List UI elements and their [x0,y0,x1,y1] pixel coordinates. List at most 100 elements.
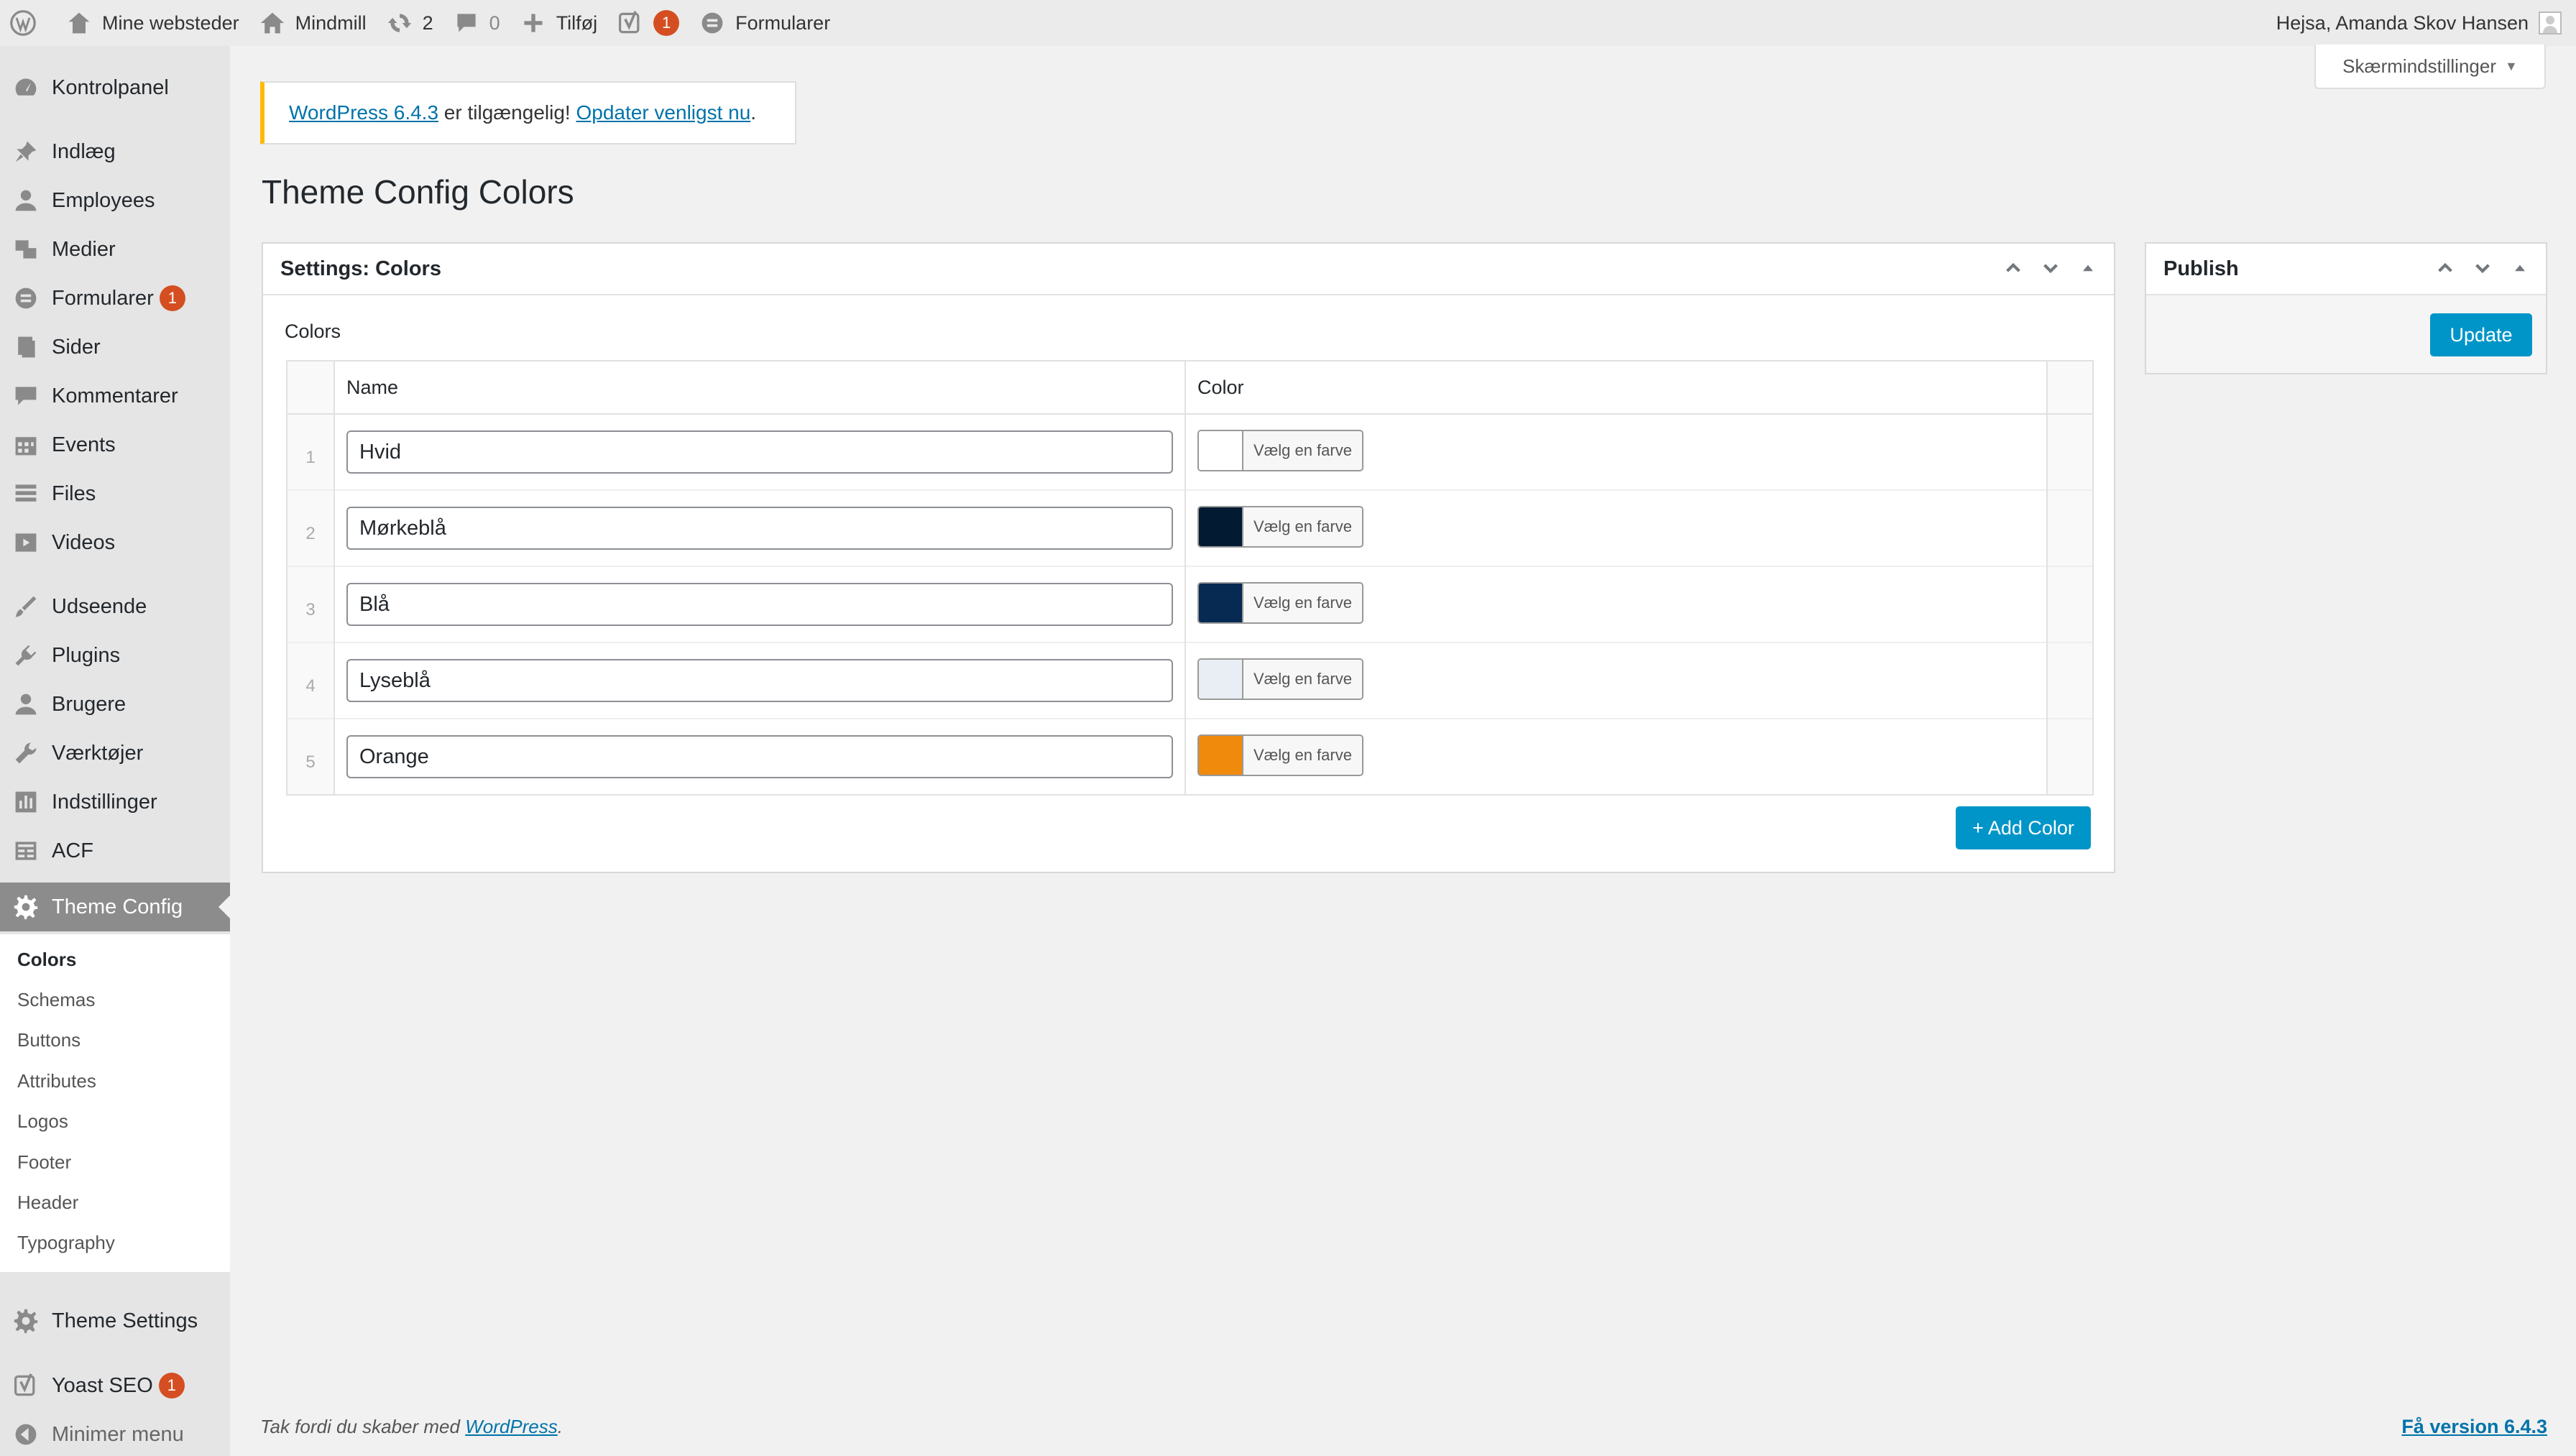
video-icon [0,530,52,556]
update-now-link[interactable]: Opdater venligst nu [576,101,750,124]
menu-item-udseende[interactable]: Udseende [0,582,230,631]
menu-item-yoast-seo[interactable]: Yoast SEO 1 [0,1361,230,1410]
menu-item-brugere[interactable]: Brugere [0,680,230,729]
color-picker-button[interactable]: Vælg en farve [1197,429,1363,471]
menu-label: Sider [52,335,101,359]
toggle-panel-button[interactable] [2508,257,2531,280]
row-order-handle[interactable]: 5 [286,718,335,795]
account-menu[interactable]: Hejsa, Amanda Skov Hansen [2276,11,2576,34]
menu-item-kontrolpanel[interactable]: Kontrolpanel [0,63,230,112]
files-icon [0,481,52,507]
color-picker-button[interactable]: Vælg en farve [1197,505,1363,548]
menu-item-employees[interactable]: Employees [0,176,230,225]
name-column-header: Name [334,360,1186,415]
menu-item-formularer[interactable]: Formularer 1 [0,274,230,323]
color-name-input[interactable]: Lyseblå [346,659,1173,702]
updates-menu[interactable]: 2 [377,0,443,46]
menu-item-videos[interactable]: Videos [0,518,230,567]
color-swatch [1199,735,1243,775]
row-remove-cell[interactable] [2046,413,2094,490]
chevron-up-icon [2438,262,2452,272]
row-remove-cell[interactable] [2046,489,2094,566]
site-name-label: Mindmill [295,11,367,34]
my-sites-label: Mine websteder [102,11,239,34]
move-up-button[interactable] [2002,257,2025,280]
color-swatch [1199,659,1243,699]
collapse-menu-button[interactable]: Minimer menu [0,1410,230,1456]
color-name-input[interactable]: Hvid [346,430,1173,474]
forms-icon [702,12,723,34]
color-name-input[interactable]: Orange [346,735,1173,778]
comment-icon [0,383,52,409]
submenu-item-logos[interactable]: Logos [17,1110,68,1133]
media-icon [0,236,52,262]
update-button[interactable]: Update [2430,313,2532,356]
color-picker-button[interactable]: Vælg en farve [1197,734,1363,776]
wordpress-logo-menu[interactable] [0,0,56,46]
submenu-item-colors[interactable]: Colors [17,949,76,971]
row-order-handle[interactable]: 3 [286,566,335,642]
calendar-icon [0,432,52,458]
forms-menu[interactable]: Formularer [689,0,840,46]
move-down-button[interactable] [2471,257,2494,280]
menu-item-kommentarer[interactable]: Kommentarer [0,372,230,420]
menu-item-sider[interactable]: Sider [0,323,230,372]
color-picker-label: Vælg en farve [1254,669,1352,688]
row-remove-cell[interactable] [2046,566,2094,642]
yoast-icon [619,11,640,34]
menu-item-medier[interactable]: Medier [0,225,230,274]
color-name-input[interactable]: Blå [346,583,1173,626]
menu-item-theme-settings[interactable]: Theme Settings [0,1296,230,1345]
move-down-button[interactable] [2039,257,2062,280]
menu-label: Medier [52,237,116,261]
menu-item-indlaeg[interactable]: Indlæg [0,127,230,176]
row-order-handle[interactable]: 2 [286,489,335,566]
theme-config-submenu: Colors Schemas Buttons Attributes Logos … [0,934,230,1272]
footer-thanks-text: Tak fordi du skaber med [260,1416,466,1437]
menu-label: Indlæg [52,139,116,163]
color-picker-button[interactable]: Vælg en farve [1197,581,1363,624]
menu-item-vaerktojer[interactable]: Værktøjer [0,729,230,778]
submenu-item-footer[interactable]: Footer [17,1151,71,1174]
add-color-button[interactable]: + Add Color [1956,806,2091,849]
move-up-button[interactable] [2434,257,2457,280]
menu-item-files[interactable]: Files [0,469,230,518]
menu-item-acf[interactable]: ACF [0,826,230,875]
settings-box-title: Settings: Colors [280,257,441,280]
pin-icon [0,139,52,165]
footer-wordpress-link[interactable]: WordPress [465,1416,558,1437]
menu-label: Minimer menu [52,1422,184,1446]
row-order-handle[interactable]: 4 [286,642,335,719]
wordpress-version-link[interactable]: WordPress 6.4.3 [289,101,438,124]
menu-item-plugins[interactable]: Plugins [0,631,230,680]
menu-item-theme-config[interactable]: Theme Config [0,883,230,931]
publish-box-header: Publish [2146,244,2546,295]
submenu-item-header[interactable]: Header [17,1192,78,1214]
screen-options-button[interactable]: Skærmindstillinger ▼ [2314,45,2546,89]
yoast-menu[interactable]: 1 [607,0,689,46]
submenu-item-schemas[interactable]: Schemas [17,989,95,1011]
site-name-menu[interactable]: Mindmill [249,0,377,46]
colors-field-label: Colors [285,321,341,342]
color-picker-button[interactable]: Vælg en farve [1197,658,1363,700]
row-remove-cell[interactable] [2046,642,2094,719]
menu-label: ACF [52,839,93,862]
dashboard-icon [0,75,52,101]
new-content-menu[interactable]: Tilføj [510,0,607,46]
colors-repeater-table: Name Color 1 Hvid Vælg en farve 2 Mørkeb… [286,360,2094,796]
yoast-icon [0,1373,52,1399]
forms-label: Formularer [735,11,831,34]
submenu-item-buttons[interactable]: Buttons [17,1029,80,1051]
toggle-panel-button[interactable] [2076,257,2099,280]
color-name-input[interactable]: Mørkeblå [346,507,1173,550]
menu-item-indstillinger[interactable]: Indstillinger [0,778,230,826]
menu-item-events[interactable]: Events [0,420,230,469]
row-remove-cell[interactable] [2046,718,2094,795]
row-order-handle[interactable]: 1 [286,413,335,490]
submenu-item-attributes[interactable]: Attributes [17,1070,96,1092]
color-swatch [1199,430,1243,470]
my-sites-menu[interactable]: Mine websteder [56,0,249,46]
footer-version-link[interactable]: Få version 6.4.3 [2401,1416,2547,1438]
comments-menu[interactable]: 0 [443,0,510,46]
submenu-item-typography[interactable]: Typography [17,1232,115,1254]
